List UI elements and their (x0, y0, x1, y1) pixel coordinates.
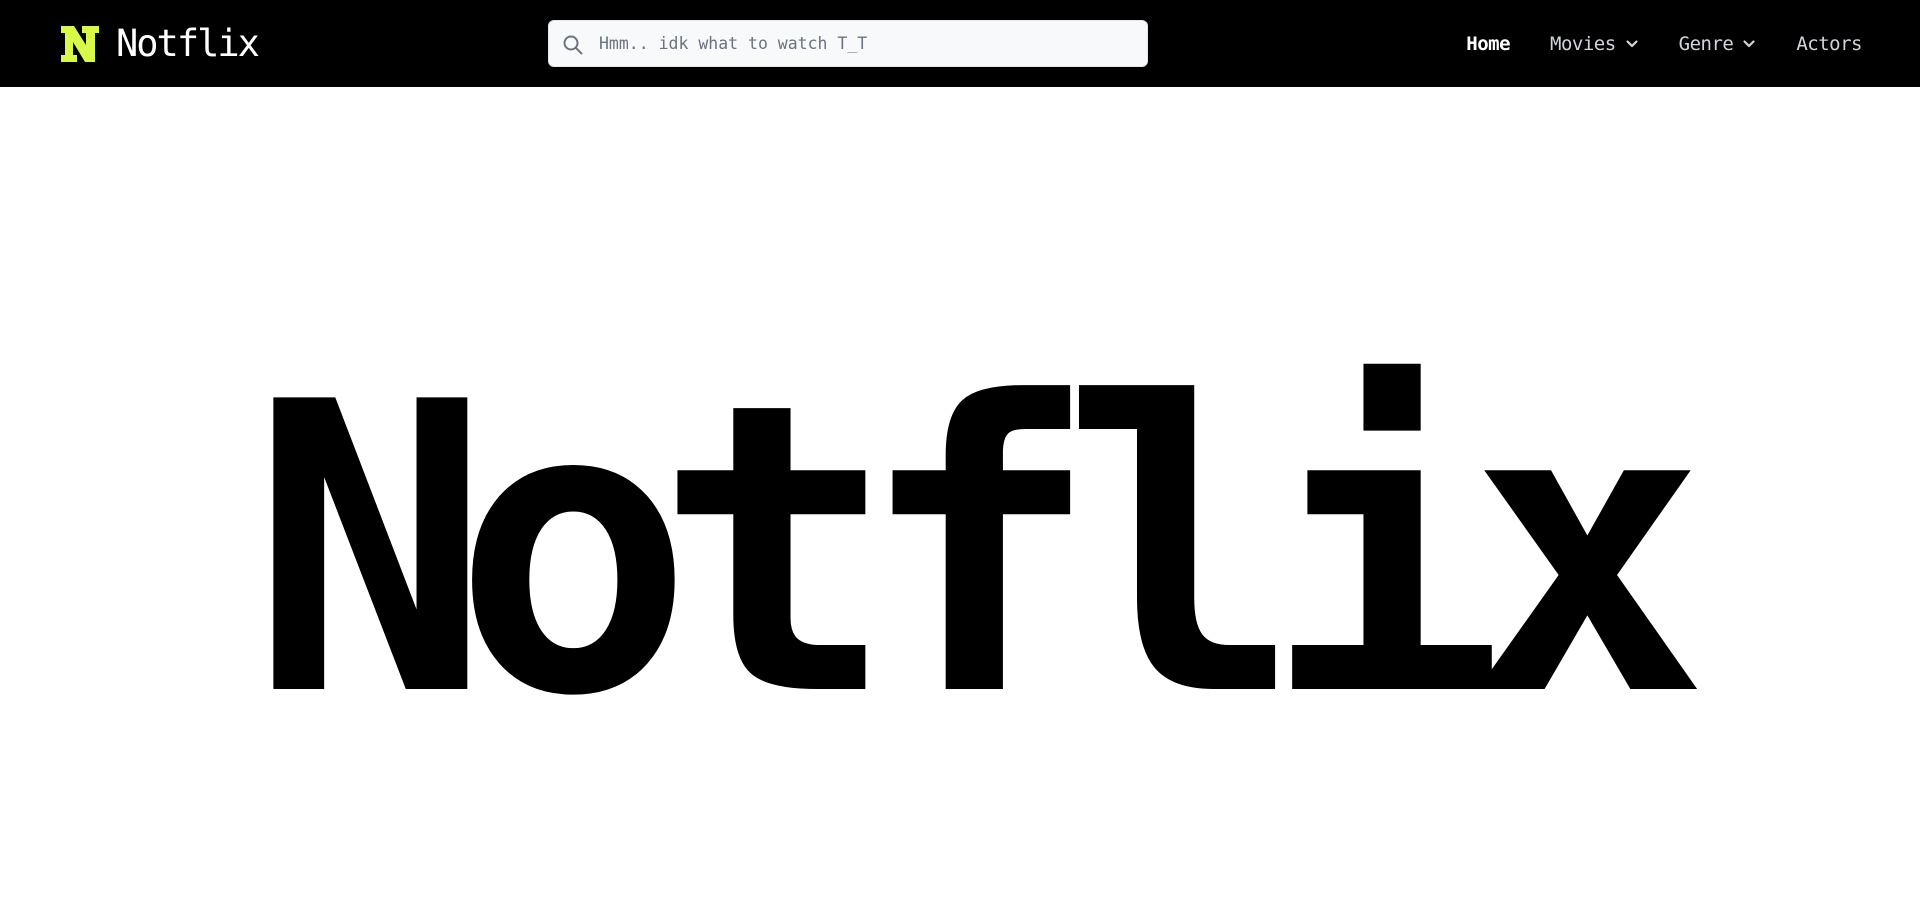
nav-item-label: Home (1466, 32, 1511, 55)
hero-section: Notflix (0, 87, 1920, 913)
search-bar (548, 20, 1148, 67)
nav-item-actors[interactable]: Actors (1796, 33, 1862, 55)
hero-title: Notflix (250, 319, 1708, 784)
nav-item-home[interactable]: Home (1466, 33, 1510, 55)
navbar: Notflix Home Movies Genre Actors (0, 0, 1920, 87)
brand-name: Notflix (116, 22, 260, 65)
n-logo-icon (61, 26, 99, 62)
nav-item-label: Actors (1796, 32, 1862, 55)
nav-item-label: Genre (1678, 32, 1734, 55)
nav-item-movies[interactable]: Movies (1550, 33, 1639, 55)
nav-item-label: Movies (1550, 32, 1616, 55)
nav-item-genre[interactable]: Genre (1679, 33, 1757, 55)
brand-link[interactable]: Notflix (60, 22, 260, 66)
search-input[interactable] (599, 21, 1139, 66)
chevron-down-icon (1743, 40, 1755, 48)
search-icon (563, 35, 583, 55)
chevron-down-icon (1626, 40, 1638, 48)
main-nav: Home Movies Genre Actors (1426, 0, 1862, 87)
